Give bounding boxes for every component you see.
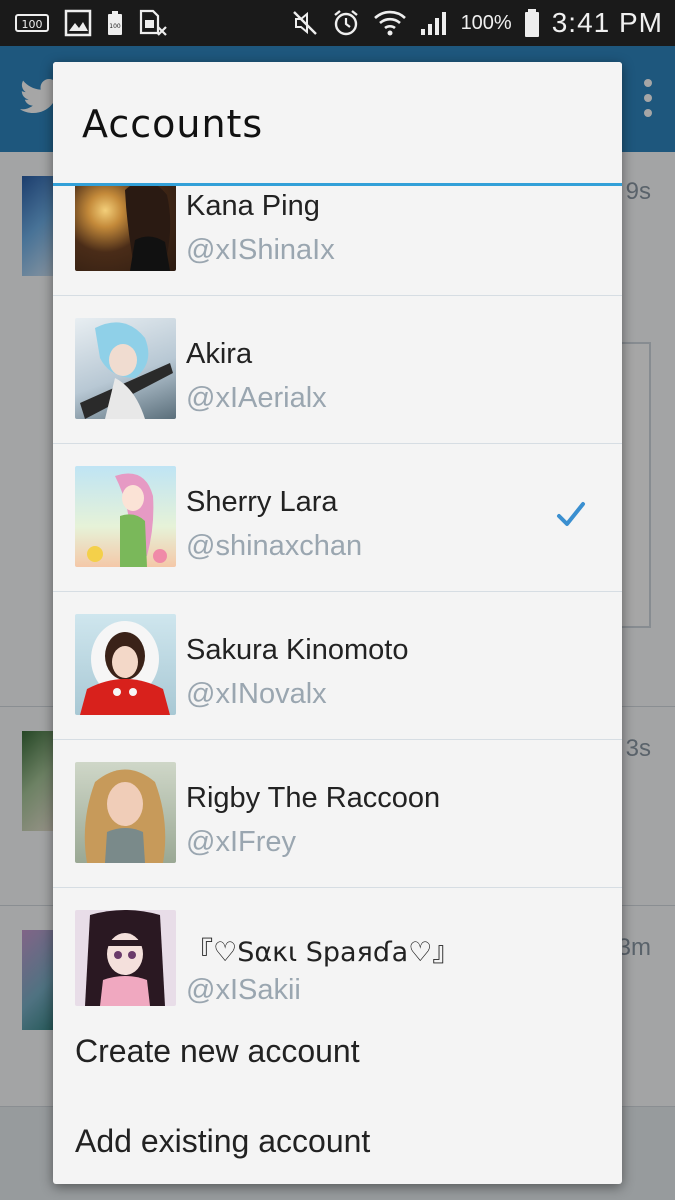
- account-handle: @xINovalx: [186, 678, 327, 710]
- account-name: Akira: [186, 338, 253, 370]
- avatar: [75, 466, 176, 567]
- battery-100-icon: 100: [106, 9, 124, 37]
- gallery-icon: [64, 9, 92, 37]
- add-existing-account-button[interactable]: Add existing account: [53, 1096, 622, 1184]
- wifi-icon: [373, 8, 407, 38]
- avatar: [75, 186, 176, 271]
- avatar: [75, 910, 176, 1006]
- avatar: [75, 318, 176, 419]
- account-name: Sherry Lara: [186, 486, 338, 518]
- account-item[interactable]: Kana Ping @xIShinaIx: [53, 186, 622, 296]
- account-name: Sakura Kinomoto: [186, 634, 409, 666]
- storage-100-icon: 100: [14, 12, 50, 34]
- account-handle: @xIShinaIx: [186, 234, 335, 266]
- clock: 3:41 PM: [551, 7, 663, 38]
- svg-text:100: 100: [22, 18, 43, 31]
- account-name: 『♡Sακι Spaяɗa♡』: [186, 937, 460, 968]
- account-item[interactable]: Sakura Kinomoto @xINovalx: [53, 592, 622, 740]
- sim-card-icon: [138, 9, 168, 37]
- check-icon: [556, 500, 586, 535]
- dialog-title: Accounts: [82, 102, 264, 146]
- account-item[interactable]: Rigby The Raccoon @xIFrey: [53, 740, 622, 888]
- signal-icon: [419, 9, 449, 37]
- account-handle: @xIFrey: [186, 826, 296, 858]
- alarm-icon: [331, 8, 361, 38]
- mute-icon: [291, 9, 319, 37]
- account-handle: @xISakii: [186, 974, 301, 1006]
- svg-text:100: 100: [109, 23, 121, 30]
- account-handle: @xIAerialx: [186, 382, 327, 414]
- avatar: [75, 762, 176, 863]
- account-item[interactable]: Akira @xIAerialx: [53, 296, 622, 444]
- account-item[interactable]: 『♡Sακι Spaяɗa♡』 @xISakii: [53, 888, 622, 1006]
- account-name: Kana Ping: [186, 190, 320, 222]
- account-item-selected[interactable]: Sherry Lara @shinaxchan: [53, 444, 622, 592]
- accounts-dialog: Accounts Kana Ping @xIShinaIx Akira @xIA…: [53, 62, 622, 1184]
- battery-percent: 100%: [460, 11, 512, 34]
- dialog-header: Accounts: [53, 62, 622, 186]
- status-bar: 100 100 100% 3:41 PM: [0, 0, 675, 46]
- avatar: [75, 614, 176, 715]
- account-list[interactable]: Kana Ping @xIShinaIx Akira @xIAerialx Sh…: [53, 186, 622, 1006]
- account-handle: @shinaxchan: [186, 530, 363, 562]
- battery-icon: [524, 8, 540, 38]
- account-name: Rigby The Raccoon: [186, 782, 441, 814]
- create-new-account-button[interactable]: Create new account: [53, 1006, 622, 1096]
